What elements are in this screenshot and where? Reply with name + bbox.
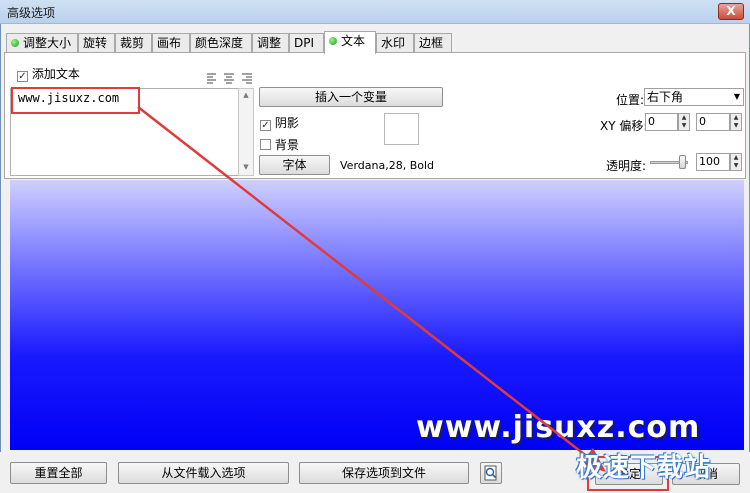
tab-text[interactable]: 文本 [324,31,376,54]
status-dot-icon [329,37,337,45]
site-watermark: 极速下载站 [576,453,712,483]
tab-label: 文本 [341,34,366,48]
arrow-line [137,106,599,466]
annotation-arrow [137,106,606,472]
